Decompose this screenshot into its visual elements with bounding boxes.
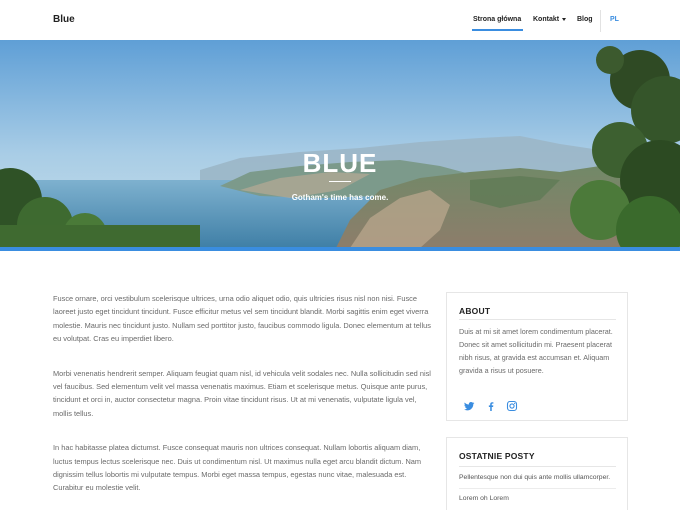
twitter-icon[interactable] [463, 399, 475, 411]
main-content: Fusce ornare, orci vestibulum scelerisqu… [53, 292, 433, 510]
content-paragraph: Morbi venenatis hendrerit semper. Aliqua… [53, 368, 431, 418]
nav-item-contact-label: Kontakt [533, 16, 560, 23]
nav-item-contact[interactable]: Kontakt [533, 16, 567, 23]
caret-down-icon [562, 17, 567, 21]
hero-banner: BLUE Gotham's time has come. [0, 40, 680, 248]
nav-item-blog[interactable]: Blog [577, 16, 593, 23]
hero-divider [329, 181, 351, 182]
widget-title-divider [459, 319, 616, 320]
content-paragraph: Fusce ornare, orci vestibulum scelerisqu… [53, 294, 431, 344]
site-header: Blue Strona główna Kontakt Blog PL [0, 0, 680, 40]
facebook-icon[interactable] [485, 399, 497, 411]
hero-title: BLUE [302, 148, 378, 178]
recent-posts-widget: OSTATNIE POSTY Pellentesque non dui quis… [446, 437, 628, 510]
hero-image [0, 40, 680, 248]
about-widget-text: Duis at mi sit amet lorem condimentum pl… [459, 327, 613, 375]
widget-title-divider [459, 466, 616, 467]
nav-item-home[interactable]: Strona główna [473, 16, 521, 23]
about-widget-title: ABOUT [459, 306, 491, 316]
instagram-icon[interactable] [506, 399, 518, 412]
recent-post-link[interactable]: Pellentesque non dui quis ante mollis ul… [459, 474, 610, 481]
about-widget: ABOUT Duis at mi sit amet lorem condimen… [446, 292, 628, 421]
nav-active-indicator [472, 29, 523, 31]
recent-post-link[interactable]: Lorem oh Lorem [459, 495, 509, 502]
recent-post-divider [459, 488, 616, 489]
site-brand[interactable]: Blue [53, 14, 75, 25]
nav-divider [600, 10, 601, 32]
recent-posts-title: OSTATNIE POSTY [459, 451, 535, 461]
hero-accent-bar [0, 247, 680, 251]
hero-subtitle: Gotham's time has come. [291, 193, 389, 202]
content-paragraph: In hac habitasse platea dictumst. Fusce … [53, 443, 422, 493]
language-switcher[interactable]: PL [610, 16, 619, 23]
